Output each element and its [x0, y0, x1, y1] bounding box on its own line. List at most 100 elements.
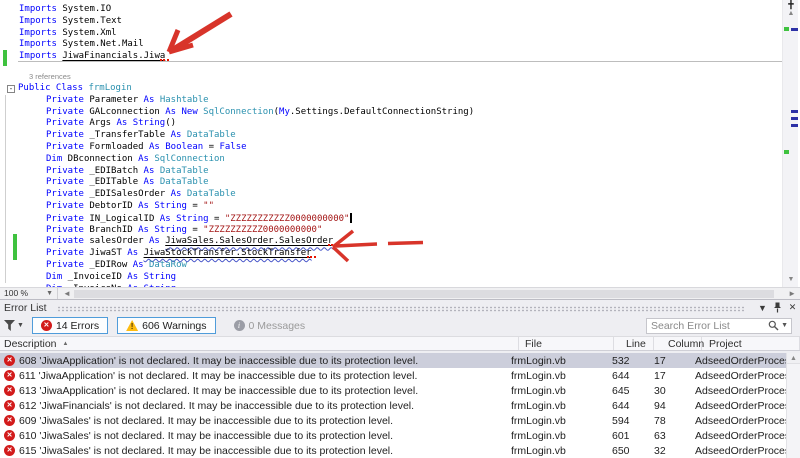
- error-description: 612 'JiwaFinancials' is not declared. It…: [19, 400, 414, 412]
- code-line[interactable]: Private Formloaded As Boolean = False: [46, 142, 770, 154]
- zoom-select[interactable]: 100 % ▼: [0, 288, 58, 299]
- scroll-down-icon[interactable]: ▼: [783, 276, 799, 283]
- code-line[interactable]: Private BranchID As String = "ZZZZZZZZZZ…: [46, 225, 770, 237]
- error-description: 611 'JiwaApplication' is not declared. I…: [19, 370, 417, 382]
- search-icon[interactable]: [768, 320, 779, 331]
- error-marker: [791, 110, 798, 113]
- code-token: Imports: [19, 28, 57, 38]
- column-header-row: Description▲FileLineColumn Project: [0, 336, 800, 351]
- messages-filter-button[interactable]: i 0 Messages: [225, 317, 315, 334]
- splitter-handle-icon[interactable]: ╋: [783, 0, 799, 9]
- code-token: JiwaFinancials.Jiwa: [62, 51, 165, 61]
- sort-ascending-icon: ▲: [63, 341, 69, 347]
- code-token: As: [149, 142, 160, 152]
- code-token: "": [203, 201, 214, 211]
- scroll-up-icon[interactable]: ▲: [787, 353, 800, 364]
- code-line[interactable]: Dim DBconnection As SqlConnection: [46, 154, 770, 166]
- search-input[interactable]: [647, 320, 768, 332]
- code-line[interactable]: Private _EDIRow As DataRow: [46, 260, 770, 272]
- code-line[interactable]: Private Args As String(): [46, 118, 770, 130]
- code-line[interactable]: Imports System.Xml: [19, 28, 770, 40]
- error-icon: ✕: [41, 320, 52, 331]
- fold-toggle-icon[interactable]: -: [7, 85, 15, 93]
- chevron-down-icon[interactable]: ▼: [755, 303, 770, 313]
- horizontal-scroll-thumb[interactable]: [74, 290, 774, 298]
- code-token: GALconnection: [84, 107, 165, 117]
- cell-description: ✕613 'JiwaApplication' is not declared. …: [0, 385, 505, 397]
- text-caret: [350, 213, 352, 223]
- code-token: Hashtable: [160, 95, 209, 105]
- code-line[interactable]: Imports System.Text: [19, 16, 770, 28]
- errors-filter-button[interactable]: ✕ 14 Errors: [32, 317, 108, 334]
- code-line[interactable]: Private salesOrder As JiwaSales.SalesOrd…: [46, 236, 770, 248]
- code-line[interactable]: Imports System.IO: [19, 4, 770, 16]
- search-dropdown-icon[interactable]: ▼: [781, 322, 788, 329]
- column-header-file[interactable]: File: [519, 337, 614, 350]
- code-token: Formloaded: [84, 142, 149, 152]
- errorlist-vertical-scrollbar[interactable]: ▲: [786, 353, 800, 458]
- column-header-description[interactable]: Description▲: [0, 337, 519, 350]
- code-token: DebtorID: [84, 201, 138, 211]
- scroll-up-icon[interactable]: ▲: [783, 10, 799, 17]
- error-marker: [791, 124, 798, 127]
- code-line[interactable]: Private _EDITable As DataTable: [46, 177, 770, 189]
- messages-filter-label: 0 Messages: [249, 320, 306, 332]
- code-token: As: [149, 236, 160, 246]
- warnings-filter-button[interactable]: ! 606 Warnings: [117, 317, 215, 334]
- scroll-right-icon[interactable]: ►: [788, 289, 796, 298]
- code-line[interactable]: Private GALconnection As New SqlConnecti…: [46, 107, 770, 119]
- error-row[interactable]: ✕608 'JiwaApplication' is not declared. …: [0, 353, 786, 368]
- column-header-column[interactable]: Column: [654, 337, 702, 350]
- code-line[interactable]: Private Parameter As Hashtable: [46, 95, 770, 107]
- code-token: As: [144, 166, 155, 176]
- error-list-panel: Error List ▼ ✕ ▼ ✕ 14 Errors ! 606 Warni…: [0, 299, 800, 458]
- error-icon: ✕: [4, 430, 15, 441]
- code-token: DataTable: [160, 166, 209, 176]
- scroll-left-icon[interactable]: ◄: [63, 289, 71, 298]
- error-row[interactable]: ✕615 'JiwaSales' is not declared. It may…: [0, 443, 786, 458]
- code-token: As: [138, 225, 149, 235]
- column-header-project[interactable]: Project: [702, 337, 800, 350]
- cell-project: AdseedOrderProcess: [688, 415, 786, 427]
- error-row[interactable]: ✕610 'JiwaSales' is not declared. It may…: [0, 428, 786, 443]
- error-row[interactable]: ✕613 'JiwaApplication' is not declared. …: [0, 383, 786, 398]
- error-icon: ✕: [4, 370, 15, 381]
- code-token: frmLogin: [88, 83, 131, 93]
- code-token: System.Xml: [57, 28, 117, 38]
- filter-dropdown-icon[interactable]: ▼: [17, 322, 24, 329]
- codelens-references[interactable]: 3 references: [29, 63, 770, 83]
- column-header-line[interactable]: Line: [614, 337, 654, 350]
- code-token: Boolean: [165, 142, 203, 152]
- code-token: _EDISalesOrder: [84, 189, 171, 199]
- code-token: _EDIBatch: [84, 166, 144, 176]
- code-line[interactable]: Private DebtorID As String = "": [46, 201, 770, 213]
- vs-window: Imports System.IOImports System.TextImpo…: [0, 0, 800, 458]
- cell-file: frmLogin.vb: [505, 355, 600, 367]
- error-row[interactable]: ✕609 'JiwaSales' is not declared. It may…: [0, 413, 786, 428]
- code-line[interactable]: Private IN_LogicalID As String = "ZZZZZZ…: [46, 213, 770, 225]
- filter-icon[interactable]: [4, 320, 15, 331]
- close-icon[interactable]: ✕: [785, 302, 800, 313]
- code-line[interactable]: Private _EDIBatch As DataTable: [46, 166, 770, 178]
- code-line[interactable]: Private _EDISalesOrder As DataTable: [46, 189, 770, 201]
- code-line[interactable]: Private _TransferTable As DataTable: [46, 130, 770, 142]
- info-icon: i: [234, 320, 245, 331]
- error-row[interactable]: ✕ 611 'JiwaApplication' is not declared. …: [0, 368, 786, 383]
- code-line[interactable]: -Public Class frmLogin: [7, 83, 770, 95]
- code-token: String: [176, 214, 209, 224]
- change-marker: [784, 27, 789, 31]
- code-editor[interactable]: Imports System.IOImports System.TextImpo…: [0, 0, 770, 287]
- code-line[interactable]: Dim _InvoiceID As String: [46, 272, 770, 284]
- pin-icon[interactable]: [770, 302, 785, 313]
- search-box[interactable]: ▼: [646, 318, 792, 334]
- code-line[interactable]: Imports System.Net.Mail: [19, 39, 770, 51]
- code-token: Private: [46, 201, 84, 211]
- column-header-label: Project: [709, 338, 742, 350]
- code-token: =: [209, 214, 225, 224]
- code-token: Private: [46, 166, 84, 176]
- code-token: Imports: [19, 51, 57, 61]
- error-row[interactable]: ✕612 'JiwaFinancials' is not declared. I…: [0, 398, 786, 413]
- code-line[interactable]: Private JiwaST As JiwaStockTransfer.Stoc…: [46, 248, 770, 260]
- editor-vertical-scrollbar[interactable]: ╋ ▲ ▼: [782, 0, 798, 287]
- code-token: "ZZZZZZZZZZZ0000000000": [225, 214, 350, 224]
